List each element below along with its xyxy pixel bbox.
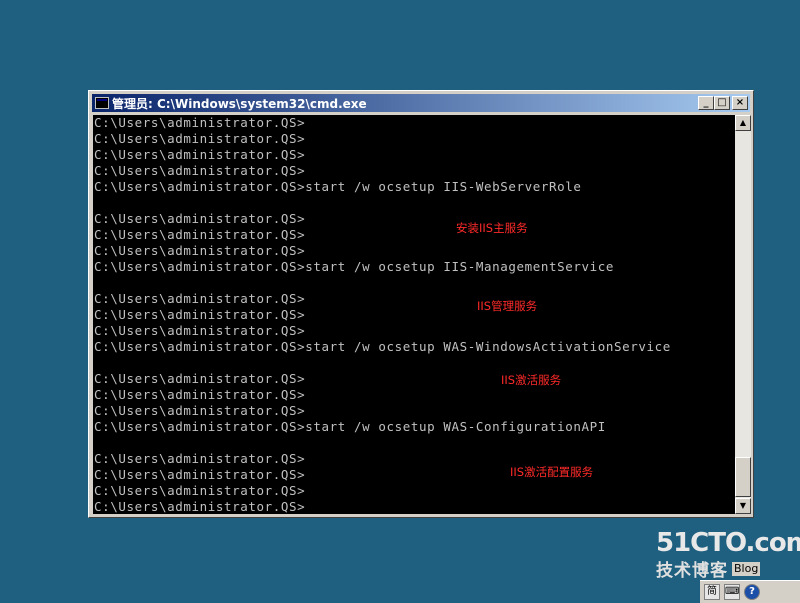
close-button[interactable]: × bbox=[732, 96, 748, 110]
console-line: C:\Users\administrator.QS> bbox=[94, 483, 306, 498]
watermark-brand: 51CTO.com bbox=[656, 528, 800, 558]
console-line: C:\Users\administrator.QS> bbox=[94, 387, 306, 402]
console-output[interactable]: C:\Users\administrator.QS> C:\Users\admi… bbox=[93, 115, 735, 514]
console-line: C:\Users\administrator.QS> bbox=[94, 467, 306, 482]
console-line: C:\Users\administrator.QS>start /w ocset… bbox=[94, 419, 606, 434]
console-line: C:\Users\administrator.QS> bbox=[94, 147, 306, 162]
annotation-iis-main-service: 安装IIS主服务 bbox=[456, 221, 528, 235]
console-line: C:\Users\administrator.QS> bbox=[94, 371, 306, 386]
console-line: C:\Users\administrator.QS> bbox=[94, 403, 306, 418]
scroll-down-button[interactable]: ▼ bbox=[735, 498, 751, 514]
site-watermark: 51CTO.com 技术博客 bbox=[656, 528, 800, 582]
help-icon[interactable]: ? bbox=[744, 584, 760, 600]
console-line: C:\Users\administrator.QS> bbox=[94, 291, 306, 306]
console-line: C:\Users\administrator.QS> bbox=[94, 307, 306, 322]
console-line: C:\Users\administrator.QS> bbox=[94, 131, 306, 146]
maximize-button[interactable]: □ bbox=[714, 96, 730, 110]
annotation-iis-activation-service: IIS激活服务 bbox=[501, 373, 562, 387]
window-controls: _ □ × bbox=[698, 96, 750, 110]
annotation-iis-management-service: IIS管理服务 bbox=[477, 299, 538, 313]
console-line: C:\Users\administrator.QS> bbox=[94, 451, 306, 466]
console-line: C:\Users\administrator.QS> bbox=[94, 499, 306, 514]
watermark-subtitle: 技术博客 bbox=[656, 561, 728, 581]
cmd-app-icon[interactable] bbox=[95, 97, 109, 109]
minimize-button[interactable]: _ bbox=[698, 96, 714, 110]
keyboard-icon[interactable]: ⌨ bbox=[724, 584, 740, 600]
scroll-thumb[interactable] bbox=[735, 457, 751, 497]
console-line: C:\Users\administrator.QS>start /w ocset… bbox=[94, 339, 671, 354]
ime-language-icon[interactable]: 简 bbox=[704, 584, 720, 600]
console-line: C:\Users\administrator.QS> bbox=[94, 115, 306, 130]
console-line: C:\Users\administrator.QS> bbox=[94, 227, 306, 242]
console-line: C:\Users\administrator.QS>start /w ocset… bbox=[94, 179, 582, 194]
ime-toolbar: 简 ⌨ ? bbox=[700, 580, 800, 603]
watermark-blog: Blog bbox=[732, 562, 761, 576]
console-line: C:\Users\administrator.QS> bbox=[94, 243, 306, 258]
console-line: C:\Users\administrator.QS> bbox=[94, 323, 306, 338]
vertical-scrollbar[interactable]: ▲ ▼ bbox=[735, 115, 751, 514]
window-title: 管理员: C:\Windows\system32\cmd.exe bbox=[112, 96, 367, 111]
console-line: C:\Users\administrator.QS> bbox=[94, 163, 306, 178]
title-bar[interactable]: 管理员: C:\Windows\system32\cmd.exe _ □ × bbox=[92, 94, 750, 112]
cmd-window: 管理员: C:\Windows\system32\cmd.exe _ □ × C… bbox=[88, 90, 754, 518]
scroll-up-button[interactable]: ▲ bbox=[735, 115, 751, 131]
console-line: C:\Users\administrator.QS>start /w ocset… bbox=[94, 259, 615, 274]
annotation-iis-activation-config-service: IIS激活配置服务 bbox=[510, 465, 594, 479]
console-line: C:\Users\administrator.QS> bbox=[94, 211, 306, 226]
